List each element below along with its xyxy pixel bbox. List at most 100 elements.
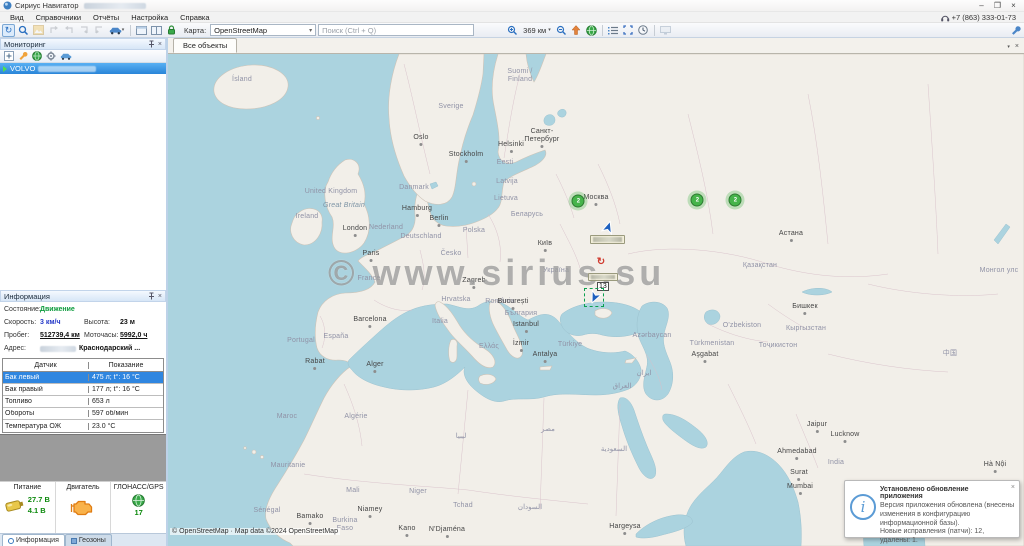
monitoring-panel-header: Мониторинг × <box>0 38 166 50</box>
menu-item[interactable]: Настройка <box>125 13 174 22</box>
map-label: Danmark <box>399 184 429 192</box>
settings-wrench-button[interactable] <box>1009 24 1022 37</box>
notification-title: Установлено обновление приложения <box>880 486 1015 500</box>
voltage-main: 27.7 В <box>28 495 50 504</box>
vehicle-menu-button[interactable]: ▾ <box>107 24 126 37</box>
tab-list-dropdown-icon[interactable]: ▾ <box>1007 44 1010 50</box>
tab-all-objects[interactable]: Все объекты <box>173 38 237 53</box>
search-icon <box>18 25 29 36</box>
gps-globe-icon <box>132 494 145 507</box>
battery-icon <box>3 496 26 514</box>
sensor-row[interactable]: Бак правый177 л; t°: 16 °C <box>3 384 163 396</box>
map-label: Kano <box>398 525 415 537</box>
map-provider-select[interactable]: OpenStreetMap ▾ <box>210 24 316 36</box>
sensor-col-name: Датчик <box>3 362 89 369</box>
map-label: Oslo <box>413 134 428 146</box>
layout-icon <box>136 26 147 35</box>
left-sidebar: Мониторинг × VOLVO Информация × Состояни… <box>0 38 168 546</box>
menu-item[interactable]: Справка <box>174 13 215 22</box>
map-label: Mali <box>346 487 360 495</box>
vehicle-name-plate[interactable] <box>590 235 625 244</box>
track-end-icon <box>94 25 104 35</box>
menu-item[interactable]: Справочники <box>30 13 87 22</box>
snapshot-button[interactable] <box>32 24 45 37</box>
map-label: العراق <box>613 383 632 391</box>
history-button[interactable] <box>637 24 650 37</box>
maximize-button[interactable]: ❐ <box>990 0 1005 11</box>
vehicle-row-volvo[interactable]: VOLVO <box>0 63 166 74</box>
event-marker-icon[interactable]: ↻ <box>597 257 605 268</box>
sensor-row[interactable]: Температура ОЖ23.0 °C <box>3 420 163 432</box>
monitor-button[interactable] <box>659 24 672 37</box>
tab-close-icon[interactable]: × <box>1015 43 1019 50</box>
map-label: ایران <box>637 370 652 378</box>
sensor-row[interactable]: Обороты597 об/мин <box>3 408 163 420</box>
map-canvas[interactable]: ÍslandSuomi / FinlandSverigeOsloСанкт- П… <box>168 54 1024 546</box>
vehicle-cluster-marker[interactable]: 2 <box>729 194 742 207</box>
mileage-value[interactable]: 512739,4 км <box>40 332 84 339</box>
up-arrow-icon <box>571 25 581 35</box>
vehicle-cluster-marker[interactable]: 2 <box>572 195 585 208</box>
zoom-region-button[interactable] <box>506 24 519 37</box>
lock-button[interactable] <box>165 24 178 37</box>
home-view-button[interactable] <box>570 24 583 37</box>
pin-icon[interactable] <box>148 292 155 300</box>
gps-status: ГЛОНАСС/GPS 17 <box>111 482 166 533</box>
track-end-button[interactable] <box>92 24 105 37</box>
engine-icon <box>70 496 96 516</box>
globe-small-icon[interactable] <box>32 51 42 61</box>
map-scale-select[interactable]: 369 км ▾ <box>521 26 553 35</box>
search-objects-button[interactable] <box>17 24 30 37</box>
minimize-button[interactable]: – <box>974 0 989 11</box>
track-start-button[interactable] <box>77 24 90 37</box>
map-label: Latvija <box>496 178 518 186</box>
map-label: Москва <box>583 194 608 206</box>
expand-all-icon[interactable] <box>4 51 14 61</box>
map-label: Ahmedabad <box>777 448 817 460</box>
map-label: Қазақстан <box>743 262 777 270</box>
route-forward-icon <box>64 25 74 35</box>
route-forward-button[interactable] <box>62 24 75 37</box>
gear-icon[interactable] <box>46 51 56 61</box>
map-label: السعودية <box>601 446 627 454</box>
map-label: Eesti <box>497 159 514 167</box>
selected-vehicle-arrow <box>585 289 602 306</box>
sidebar-tab-geozones[interactable]: Геозоны <box>65 534 112 546</box>
sensor-row[interactable]: Бак левый475 л; t°: 16 °C <box>3 372 163 384</box>
close-panel-icon[interactable]: × <box>158 293 162 300</box>
menu-item[interactable]: Отчёты <box>87 13 125 22</box>
zoom-out-button[interactable] <box>555 24 568 37</box>
vehicle-name-plate[interactable] <box>588 273 618 281</box>
layout-panels-button[interactable] <box>135 24 148 37</box>
map-label: N'Djaména <box>429 526 465 538</box>
menu-item[interactable]: Вид <box>4 13 30 22</box>
address-label: Адрес: <box>0 345 40 352</box>
map-label: Aşgabat <box>691 351 718 363</box>
route-back-button[interactable] <box>47 24 60 37</box>
layout-split-button[interactable] <box>150 24 163 37</box>
close-panel-icon[interactable]: × <box>158 41 162 48</box>
monitoring-list[interactable] <box>0 74 166 290</box>
legend-button[interactable] <box>607 24 620 37</box>
show-all-objects-button[interactable] <box>585 24 598 37</box>
mileage-label: Пробег: <box>0 332 40 339</box>
refresh-button[interactable]: ↻ <box>2 24 15 37</box>
map-label: Suomi / Finland <box>507 68 532 84</box>
fullscreen-button[interactable] <box>622 24 635 37</box>
sensor-row[interactable]: Топливо653 л <box>3 396 163 408</box>
sensor-col-value: Показание <box>89 362 163 369</box>
map-label: Кыргызстан <box>786 325 826 333</box>
hours-value[interactable]: 5992,0 ч <box>120 332 147 339</box>
car-small-icon[interactable] <box>60 52 72 61</box>
satellite-count: 17 <box>135 507 143 518</box>
search-input[interactable] <box>318 24 474 36</box>
tools-icon[interactable] <box>18 51 28 61</box>
sidebar-tab-info[interactable]: Информация <box>2 534 65 546</box>
vehicle-cluster-marker[interactable]: 2 <box>691 194 704 207</box>
selected-vehicle-box[interactable] <box>584 288 604 307</box>
height-label: Высота: <box>84 319 120 326</box>
close-button[interactable]: × <box>1006 0 1021 11</box>
globe-icon <box>586 25 597 36</box>
pin-icon[interactable] <box>148 40 155 48</box>
notification-close-icon[interactable]: × <box>1011 484 1015 491</box>
